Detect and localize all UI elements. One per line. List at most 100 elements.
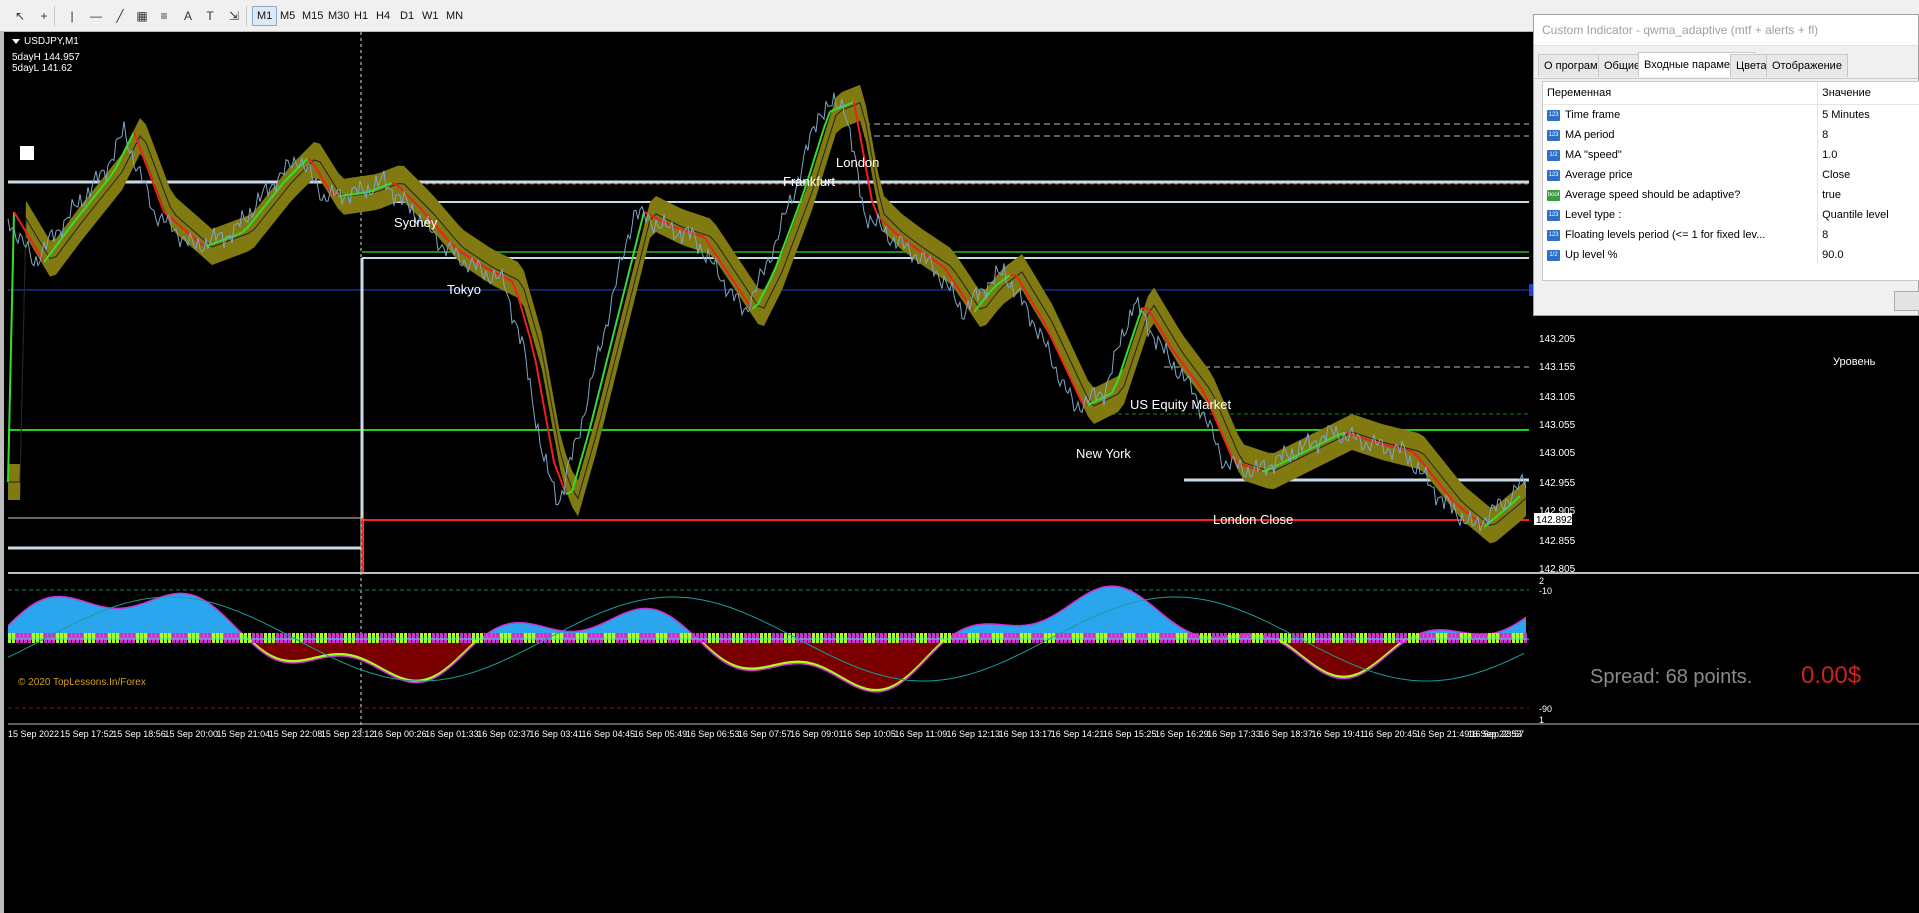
indicator-strip-bar [264, 633, 267, 643]
indicator-strip-bar [1188, 633, 1191, 643]
param-value[interactable]: 8 [1817, 225, 1919, 245]
timeframe-m15-button[interactable]: M15 [298, 6, 327, 26]
indicator-strip-bar [596, 633, 599, 643]
time-axis-label: 15 Sep 2022 [8, 729, 59, 739]
cursor-arrow-icon[interactable]: ↖ [8, 5, 32, 27]
table-row[interactable]: 1/2 Up level % 90.0 [1543, 245, 1919, 265]
indicator-strip-bar [600, 633, 603, 643]
vertical-line-icon[interactable]: | [60, 5, 84, 27]
timeframe-m30-button[interactable]: M30 [324, 6, 353, 26]
tab-4[interactable]: Отображение [1766, 54, 1848, 77]
table-row[interactable]: bool Average speed should be adaptive? tru… [1543, 185, 1919, 205]
indicator-strip-bar [1464, 633, 1467, 643]
indicator-strip-bar [372, 633, 375, 643]
indicator-strip-bar [1160, 633, 1163, 643]
table-row[interactable]: 123 Floating levels period (<= 1 for fixe… [1543, 225, 1919, 245]
indicator-strip-bar [628, 633, 631, 643]
indicator-strip-bar [96, 633, 99, 643]
indicator-strip-bar [1236, 633, 1239, 643]
indicator-strip-bar [1420, 633, 1423, 643]
indicator-strip-bar [1180, 633, 1183, 643]
indicator-axis-label: -90 [1539, 704, 1552, 714]
table-row[interactable]: 123 Average price Close [1543, 165, 1919, 185]
dialog-button[interactable] [1894, 291, 1919, 311]
five-day-high: 5dayH 144.957 [12, 52, 80, 63]
indicator-strip-bar [1460, 633, 1463, 643]
table-row[interactable]: 123 MA period 8 [1543, 125, 1919, 145]
indicator-strip-bar [448, 633, 451, 643]
time-axis-label: 16 Sep 04:45 [582, 729, 636, 739]
indicator-strip-bar [848, 633, 851, 643]
param-value[interactable]: 5 Minutes [1817, 104, 1919, 125]
param-value[interactable]: Close [1817, 165, 1919, 185]
timeframe-d1-button[interactable]: D1 [396, 6, 418, 26]
param-value[interactable]: true [1817, 185, 1919, 205]
indicator-strip-bar [1240, 633, 1243, 643]
indicator-strip-bar [60, 633, 63, 643]
indicator-strip-bar [16, 633, 19, 643]
timeframe-m1-button[interactable]: M1 [252, 6, 278, 26]
indicator-strip-bar [1432, 633, 1435, 643]
indicator-strip-bar [564, 633, 567, 643]
indicator-strip-bar [1148, 633, 1151, 643]
timeframe-m5-button[interactable]: M5 [276, 6, 299, 26]
indicator-strip-bar [1248, 633, 1251, 643]
arrows-icon[interactable]: ⇲ [222, 5, 246, 27]
indicator-strip-bar [1504, 633, 1507, 643]
indicator-strip-bar [640, 633, 643, 643]
indicator-strip-bar [1404, 633, 1407, 643]
indicator-strip-bar [1384, 633, 1387, 643]
indicator-strip-bar [1084, 633, 1087, 643]
indicator-strip-bar [724, 633, 727, 643]
indicator-strip-bar [992, 633, 995, 643]
indicator-strip-bar [1360, 633, 1363, 643]
param-value[interactable]: Quantile level [1817, 205, 1919, 225]
dialog-title: Custom Indicator - qwma_adaptive (mtf + … [1534, 15, 1918, 46]
indicator-strip-bar [176, 633, 179, 643]
channel-icon[interactable]: ▦ [130, 5, 154, 27]
timeframe-h1-button[interactable]: H1 [350, 6, 372, 26]
indicator-strip-bar [172, 633, 175, 643]
param-value[interactable]: 90.0 [1817, 245, 1919, 265]
text-icon[interactable]: A [176, 5, 200, 27]
indicator-strip-bar [1260, 633, 1263, 643]
indicator-strip-bar [616, 633, 619, 643]
panel-toggle-checkbox[interactable] [20, 146, 34, 160]
indicator-strip-bar [924, 633, 927, 643]
trend-line-icon[interactable]: ╱ [108, 5, 132, 27]
integer-type-icon: 123 [1547, 169, 1560, 181]
indicator-strip-bar [1196, 633, 1199, 643]
indicator-strip-bar [1008, 633, 1011, 643]
indicator-strip-bar [1284, 633, 1287, 643]
indicator-strip-bar [1516, 633, 1519, 643]
integer-type-icon: 123 [1547, 229, 1560, 241]
table-row[interactable]: 123 Time frame 5 Minutes [1543, 104, 1919, 125]
timeframe-mn-button[interactable]: MN [442, 6, 467, 26]
timeframe-w1-button[interactable]: W1 [418, 6, 443, 26]
indicator-strip-bar [704, 633, 707, 643]
indicator-strip-bar [1168, 633, 1171, 643]
symbol-label[interactable]: USDJPY,M1 [12, 36, 79, 47]
table-row[interactable]: 1/2 MA "speed" 1.0 [1543, 145, 1919, 165]
table-row[interactable]: 123 Level type : Quantile level [1543, 205, 1919, 225]
time-axis-label: 16 Sep 15:25 [1103, 729, 1157, 739]
boolean-type-icon: bool [1547, 189, 1560, 201]
indicator-strip-bar [804, 633, 807, 643]
text-label-icon[interactable]: T [198, 5, 222, 27]
horizontal-line-icon[interactable]: — [84, 5, 108, 27]
indicator-strip-bar [508, 633, 511, 643]
indicator-strip-bar [348, 633, 351, 643]
indicator-strip-bar [192, 633, 195, 643]
session-label-us-equity-market: US Equity Market [1130, 397, 1232, 412]
crosshair-icon[interactable]: + [32, 5, 56, 27]
indicator-strip-bar [376, 633, 379, 643]
indicator-strip-bar [1324, 633, 1327, 643]
ma-segment [13, 211, 21, 223]
timeframe-h4-button[interactable]: H4 [372, 6, 394, 26]
fibonacci-icon[interactable]: ≡ [152, 5, 176, 27]
param-value[interactable]: 1.0 [1817, 145, 1919, 165]
time-axis-label: 16 Sep 14:21 [1051, 729, 1105, 739]
indicator-strip-bar [1164, 633, 1167, 643]
param-value[interactable]: 8 [1817, 125, 1919, 145]
indicator-strip-bar [888, 633, 891, 643]
